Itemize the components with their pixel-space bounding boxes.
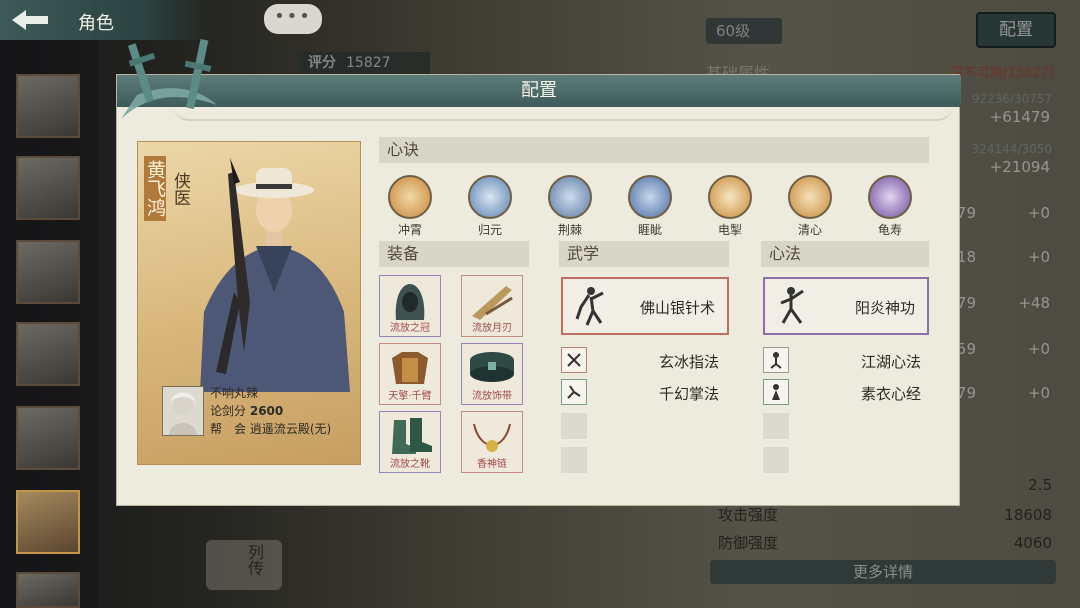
fighter-icon xyxy=(575,287,604,326)
equipment-slot-armor[interactable]: 天擎·千臂 xyxy=(379,343,441,405)
ellipsis-icon: ••• xyxy=(274,6,312,27)
player-guild: 帮 会 逍遥流云殿(无) xyxy=(210,420,331,437)
wuxue-sub-skill[interactable]: 千幻掌法 xyxy=(561,379,727,405)
wuxue-section-title: 武学 xyxy=(559,241,729,267)
xinjue-icon xyxy=(628,175,672,219)
player-guild-value: 逍遥流云殿(无) xyxy=(249,422,332,436)
xinfa-sub-skill[interactable]: 江湖心法 xyxy=(763,347,929,373)
player-score: 论剑分 2600 xyxy=(210,402,283,419)
player-info: 不响丸辣 论剑分 2600 帮 会 逍遥流云殿(无) xyxy=(162,386,352,454)
player-name: 不响丸辣 xyxy=(210,386,259,400)
skill-name: 归元 xyxy=(477,223,502,237)
equipment-name: 流放月刃 xyxy=(472,323,512,334)
xinjue-skill[interactable]: 冲霄 xyxy=(385,175,435,238)
xinfa-sub-skill[interactable]: 素衣心经 xyxy=(763,379,929,405)
config-modal: 配置 黄飞鸿 侠医 不响丸辣 论剑分 2600 帮 会 逍遥流云殿(无) 心诀 … xyxy=(116,38,961,506)
character-card: 黄飞鸿 侠医 不响丸辣 论剑分 2600 帮 会 逍遥流云殿(无) xyxy=(137,141,361,465)
equipment-section-title: 装备 xyxy=(379,241,529,267)
character-portrait[interactable] xyxy=(16,406,80,470)
page-title: 角色 xyxy=(78,13,114,34)
player-guild-label: 帮 会 xyxy=(210,422,247,436)
martial-pose-icon xyxy=(780,287,804,324)
sub-skill-name: 素衣心经 xyxy=(860,385,921,403)
xinfa-section-title: 心法 xyxy=(761,241,929,267)
equipment-name: 香神链 xyxy=(477,459,507,470)
necklace-icon xyxy=(473,423,511,452)
character-portrait[interactable] xyxy=(16,74,80,138)
boots-icon xyxy=(392,418,432,454)
skill-name: 睚眦 xyxy=(637,223,662,237)
equipment-slot-necklace[interactable]: 香神链 xyxy=(461,411,523,473)
xinjue-skill[interactable]: 睚眦 xyxy=(625,175,675,238)
character-class: 侠医 xyxy=(170,172,190,206)
player-score-value: 2600 xyxy=(249,404,284,418)
xinjue-skill[interactable]: 荆棘 xyxy=(545,175,595,238)
empty-skill-slot[interactable] xyxy=(763,447,789,473)
xinjue-icon xyxy=(548,175,592,219)
xinjue-section-title: 心诀 xyxy=(379,137,929,163)
sub-skill-icon xyxy=(763,379,789,405)
blade-icon xyxy=(472,286,513,320)
top-bar: 角色 xyxy=(0,0,210,40)
character-portrait[interactable] xyxy=(16,156,80,220)
xinjue-skill[interactable]: 归元 xyxy=(465,175,515,238)
equipment-name: 天擎·千臂 xyxy=(388,391,432,402)
empty-skill-slot[interactable] xyxy=(561,413,587,439)
character-portrait[interactable] xyxy=(16,572,80,608)
equipment-name: 流放之靴 xyxy=(390,459,430,470)
character-portrait[interactable] xyxy=(16,240,80,304)
main-skill-name: 佛山银针术 xyxy=(639,299,715,317)
character-portrait[interactable] xyxy=(16,322,80,386)
chat-button[interactable]: ••• xyxy=(264,4,322,34)
xinjue-icon xyxy=(868,175,912,219)
player-score-label: 论剑分 xyxy=(210,404,247,418)
xinfa-main-skill[interactable]: 阳炎神功 xyxy=(763,277,929,335)
sub-skill-name: 玄冰指法 xyxy=(658,353,719,371)
character-list xyxy=(0,40,98,608)
equipment-name: 流放饰带 xyxy=(472,391,512,402)
character-illustration xyxy=(200,158,350,392)
sub-skill-name: 江湖心法 xyxy=(860,353,921,371)
xinjue-skill[interactable]: 电掣 xyxy=(705,175,755,238)
header-scroll-curl xyxy=(173,105,953,121)
sub-skill-icon xyxy=(561,379,587,405)
back-arrow-icon xyxy=(12,10,48,30)
xinjue-icon xyxy=(708,175,752,219)
wuxue-main-skill[interactable]: 佛山银针术 xyxy=(561,277,729,335)
xinjue-skill[interactable]: 清心 xyxy=(785,175,835,238)
sub-skill-name: 千幻掌法 xyxy=(658,385,719,403)
armor-icon xyxy=(392,352,428,384)
empty-skill-slot[interactable] xyxy=(561,447,587,473)
back-button[interactable] xyxy=(8,6,54,34)
xinjue-icon xyxy=(388,175,432,219)
sub-skill-icon xyxy=(763,347,789,373)
skill-name: 冲霄 xyxy=(397,223,422,237)
equipment-slot-weapon[interactable]: 流放月刃 xyxy=(461,275,523,337)
hood-icon xyxy=(395,284,425,320)
character-portrait-selected[interactable] xyxy=(16,490,80,554)
wuxue-sub-skill[interactable]: 玄冰指法 xyxy=(561,347,727,373)
equipment-name: 流放之冠 xyxy=(390,323,430,334)
xinjue-icon xyxy=(468,175,512,219)
character-name: 黄飞鸿 xyxy=(144,156,166,221)
skill-name: 电掣 xyxy=(717,223,742,237)
skill-name: 龟寿 xyxy=(877,223,902,237)
sub-skill-icon xyxy=(561,347,587,373)
player-avatar[interactable] xyxy=(162,386,204,436)
skill-name: 清心 xyxy=(797,223,822,237)
xinjue-skill[interactable]: 龟寿 xyxy=(865,175,915,238)
main-skill-name: 阳炎神功 xyxy=(854,299,915,317)
skill-name: 荆棘 xyxy=(557,223,582,237)
equipment-slot-belt[interactable]: 流放饰带 xyxy=(461,343,523,405)
equipment-slot-helmet[interactable]: 流放之冠 xyxy=(379,275,441,337)
equipment-slot-boots[interactable]: 流放之靴 xyxy=(379,411,441,473)
empty-skill-slot[interactable] xyxy=(763,413,789,439)
belt-icon xyxy=(470,352,514,382)
xinjue-icon xyxy=(788,175,832,219)
